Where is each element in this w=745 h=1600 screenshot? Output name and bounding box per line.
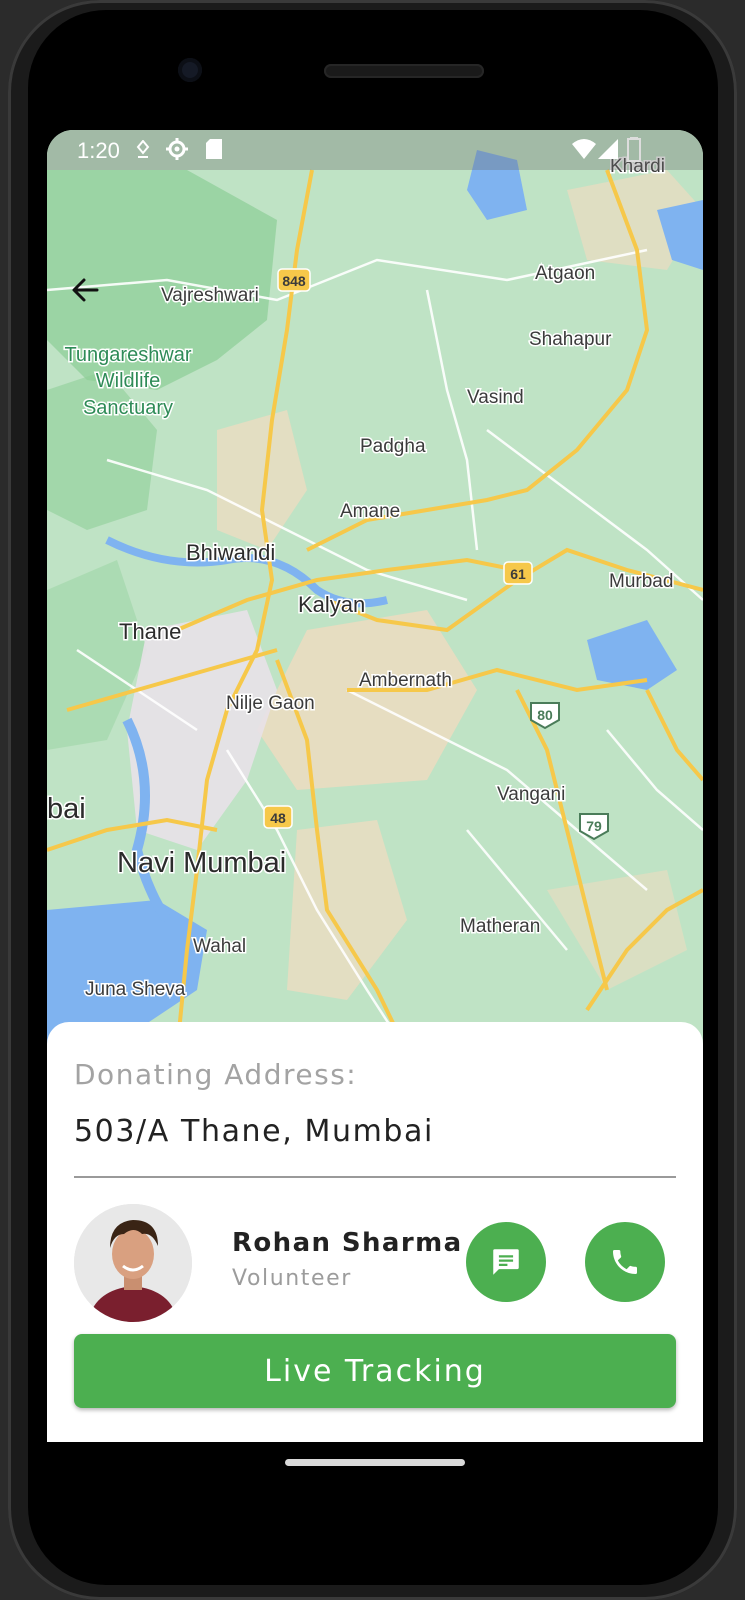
map-label-vajreshwari: Vajreshwari [161, 285, 259, 306]
map-label-amane: Amane [340, 501, 400, 522]
status-bar: 1:20 [47, 130, 703, 170]
earpiece-speaker [324, 64, 484, 78]
map-label-vangani: Vangani [497, 784, 565, 805]
chat-message-icon [493, 1249, 519, 1275]
status-time: 1:20 [77, 138, 120, 163]
map-label-atgaon: Atgaon [535, 263, 595, 284]
map-label-tungareshwar-1: Tungareshwar [64, 344, 191, 366]
donating-address-value: 503/A Thane, Mumbai [74, 1114, 434, 1149]
map-label-matheran: Matheran [460, 916, 540, 937]
back-arrow-icon[interactable] [67, 272, 103, 308]
cell-signal-icon [598, 139, 618, 159]
map-label-murbad: Murbad [609, 571, 673, 592]
donating-address-label: Donating Address: [74, 1058, 358, 1091]
location-icon [136, 140, 150, 158]
map-label-bai: bai [47, 793, 86, 825]
sd-card-icon [206, 139, 222, 159]
map-label-navi-mumbai: Navi Mumbai [117, 847, 286, 879]
map-label-bhiwandi: Bhiwandi [186, 540, 275, 565]
settings-gear-icon [166, 138, 188, 160]
map-label-juna-sheva: Juna Sheva [85, 979, 186, 1000]
live-tracking-button[interactable]: Live Tracking [74, 1334, 676, 1408]
shield-80-label: 80 [537, 707, 553, 723]
call-button[interactable] [585, 1222, 665, 1302]
volunteer-avatar [74, 1204, 192, 1322]
volunteer-name: Rohan Sharma [232, 1228, 463, 1258]
map-label-thane: Thane [119, 619, 181, 644]
map-label-nilje-gaon: Nilje Gaon [226, 693, 315, 714]
shield-48-label: 48 [270, 810, 286, 826]
map-label-shahapur: Shahapur [529, 329, 612, 350]
map-label-padgha: Padgha [360, 436, 426, 457]
map-label-tungareshwar-2: Wildlife [96, 370, 160, 392]
map-label-vasind: Vasind [467, 387, 524, 408]
shield-79-label: 79 [586, 818, 602, 834]
volunteer-role: Volunteer [232, 1266, 352, 1291]
front-camera [178, 58, 202, 82]
divider [74, 1176, 676, 1178]
phone-icon [613, 1250, 637, 1274]
donation-details-sheet: Donating Address: 503/A Thane, Mumbai Ro… [47, 1022, 703, 1442]
map-label-kalyan: Kalyan [298, 592, 365, 617]
home-indicator[interactable] [285, 1459, 465, 1466]
map-label-tungareshwar-3: Sanctuary [83, 397, 173, 419]
message-button[interactable] [466, 1222, 546, 1302]
map-view[interactable]: Khardi Vajreshwari Atgaon Shahapur Vasin… [47, 130, 703, 1052]
wifi-icon [572, 139, 596, 159]
map-label-ambernath: Ambernath [359, 670, 452, 691]
map-label-wahal: Wahal [193, 936, 246, 957]
battery-icon [627, 137, 641, 162]
app-screen: Khardi Vajreshwari Atgaon Shahapur Vasin… [47, 130, 703, 1442]
shield-848-label: 848 [282, 273, 306, 289]
shield-61-label: 61 [510, 566, 526, 582]
